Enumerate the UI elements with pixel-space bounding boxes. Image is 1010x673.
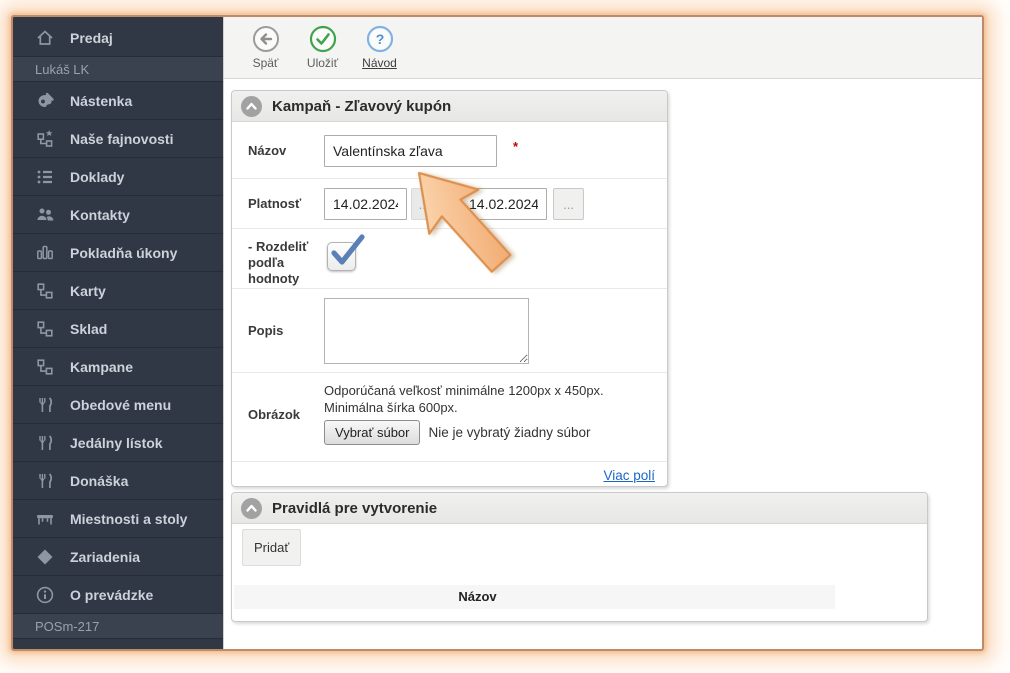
checkmark-icon — [330, 234, 366, 272]
boxes-star-icon — [33, 129, 57, 149]
sidebar-item-jedalny-listok[interactable]: Jedálny lístok — [13, 424, 223, 462]
sidebar-item-kampane[interactable]: Kampane — [13, 348, 223, 386]
home-icon — [33, 28, 57, 48]
campaign-panel: Kampaň - Zľavový kupón Názov * Platnosť … — [231, 90, 668, 487]
description-label: Popis — [248, 323, 283, 338]
validity-label: Platnosť — [248, 196, 301, 211]
chevron-up-icon — [245, 502, 258, 515]
sidebar-item-pokladna-ukony[interactable]: Pokladňa úkony — [13, 234, 223, 272]
split-checkbox[interactable] — [327, 242, 356, 271]
field-row-split: - Rozdeliť podľa hodnoty — [232, 229, 667, 289]
valid-to-picker-button[interactable]: ... — [553, 188, 584, 220]
palette-icon — [33, 91, 57, 111]
back-button[interactable]: Späť — [237, 23, 294, 70]
help-button[interactable]: ? Návod — [351, 23, 408, 70]
boxes-icon — [33, 319, 57, 339]
rules-panel-header: Pravidlá pre vytvorenie — [232, 493, 927, 524]
campaign-panel-header: Kampaň - Zľavový kupón — [232, 91, 667, 122]
name-label: Názov — [248, 143, 286, 158]
cutlery-icon — [33, 471, 57, 491]
back-label: Späť — [253, 56, 279, 70]
valid-from-input[interactable] — [324, 188, 407, 220]
sidebar-item-user[interactable]: Lukáš LK — [13, 57, 223, 82]
sidebar-item-doklady[interactable]: Doklady — [13, 158, 223, 196]
diamond-icon — [33, 547, 57, 567]
help-label: Návod — [362, 56, 397, 70]
sidebar-item-obedove-menu[interactable]: Obedové menu — [13, 386, 223, 424]
collapse-campaign-button[interactable] — [241, 96, 262, 117]
bars-icon — [33, 243, 57, 263]
authorize-icon — [33, 648, 57, 652]
sidebar-item-o-prevadzke[interactable]: O prevádzke — [13, 576, 223, 614]
info-icon — [33, 585, 57, 605]
table-icon — [33, 509, 57, 529]
arrow-left-circle-icon — [252, 25, 280, 53]
add-rule-button[interactable]: Pridať — [242, 529, 301, 566]
app-window: Predaj Lukáš LK Nástenka Naše fajnovosti… — [11, 15, 984, 651]
image-label: Obrázok — [248, 407, 300, 422]
toolbar: Späť Uložiť ? Návod — [224, 17, 982, 79]
sidebar-item-nase-fajnovosti[interactable]: Naše fajnovosti — [13, 120, 223, 158]
people-icon — [33, 205, 57, 225]
field-row-image: Obrázok Odporúčaná veľkosť minimálne 120… — [232, 373, 667, 462]
sidebar-item-miestnosti-a-stoly[interactable]: Miestnosti a stoly — [13, 500, 223, 538]
rules-table-name-header: Názov — [234, 585, 835, 609]
collapse-rules-button[interactable] — [241, 498, 262, 519]
chevron-up-icon — [245, 100, 258, 113]
range-separator: - — [446, 195, 451, 211]
valid-from-picker-button[interactable]: ... — [411, 188, 437, 220]
field-row-name: Názov * — [232, 122, 667, 179]
sidebar-item-sklad[interactable]: Sklad — [13, 310, 223, 348]
list-icon — [33, 167, 57, 187]
name-input[interactable] — [324, 135, 497, 167]
image-size-hint: Odporúčaná veľkosť minimálne 1200px x 45… — [324, 382, 654, 416]
rules-panel: Pravidlá pre vytvorenie Pridať Názov — [231, 492, 928, 622]
description-textarea[interactable] — [324, 298, 529, 364]
field-row-more: Viac polí — [232, 462, 667, 486]
more-fields-link[interactable]: Viac polí — [603, 468, 655, 483]
field-row-description: Popis — [232, 289, 667, 373]
file-status-text: Nie je vybratý žiadny súbor — [428, 425, 590, 440]
split-label: - Rozdeliť podľa hodnoty — [248, 239, 320, 287]
save-button[interactable]: Uložiť — [294, 23, 351, 70]
sidebar-item-karty[interactable]: Karty — [13, 272, 223, 310]
sidebar-item-posm-217[interactable]: POSm-217 — [13, 614, 223, 639]
sidebar-item-zariadenia[interactable]: Zariadenia — [13, 538, 223, 576]
choose-file-button[interactable]: Vybrať súbor — [324, 420, 420, 445]
sidebar-item-nastenka[interactable]: Nástenka — [13, 82, 223, 120]
valid-to-input[interactable] — [460, 188, 547, 220]
sidebar-item-donaska[interactable]: Donáška — [13, 462, 223, 500]
file-input: Vybrať súbor Nie je vybratý žiadny súbor — [324, 420, 591, 445]
sidebar: Predaj Lukáš LK Nástenka Naše fajnovosti… — [13, 17, 223, 649]
sidebar-item-predaj[interactable]: Predaj — [13, 19, 223, 57]
main-area: Späť Uložiť ? Návod — [223, 17, 982, 649]
sidebar-item-autorizovat[interactable]: Autorizovať — [13, 639, 223, 651]
screenshot-stage: Predaj Lukáš LK Nástenka Naše fajnovosti… — [0, 0, 1010, 673]
save-label: Uložiť — [307, 56, 338, 70]
boxes-icon — [33, 281, 57, 301]
cutlery-icon — [33, 433, 57, 453]
sidebar-item-kontakty[interactable]: Kontakty — [13, 196, 223, 234]
question-circle-icon: ? — [366, 25, 394, 53]
required-asterisk: * — [513, 139, 518, 154]
campaign-panel-title: Kampaň - Zľavový kupón — [272, 98, 451, 115]
svg-text:?: ? — [375, 31, 384, 47]
rules-panel-title: Pravidlá pre vytvorenie — [272, 500, 437, 517]
field-row-validity: Platnosť ... - ... — [232, 179, 667, 229]
boxes-icon — [33, 357, 57, 377]
cutlery-icon — [33, 395, 57, 415]
check-circle-icon — [309, 25, 337, 53]
